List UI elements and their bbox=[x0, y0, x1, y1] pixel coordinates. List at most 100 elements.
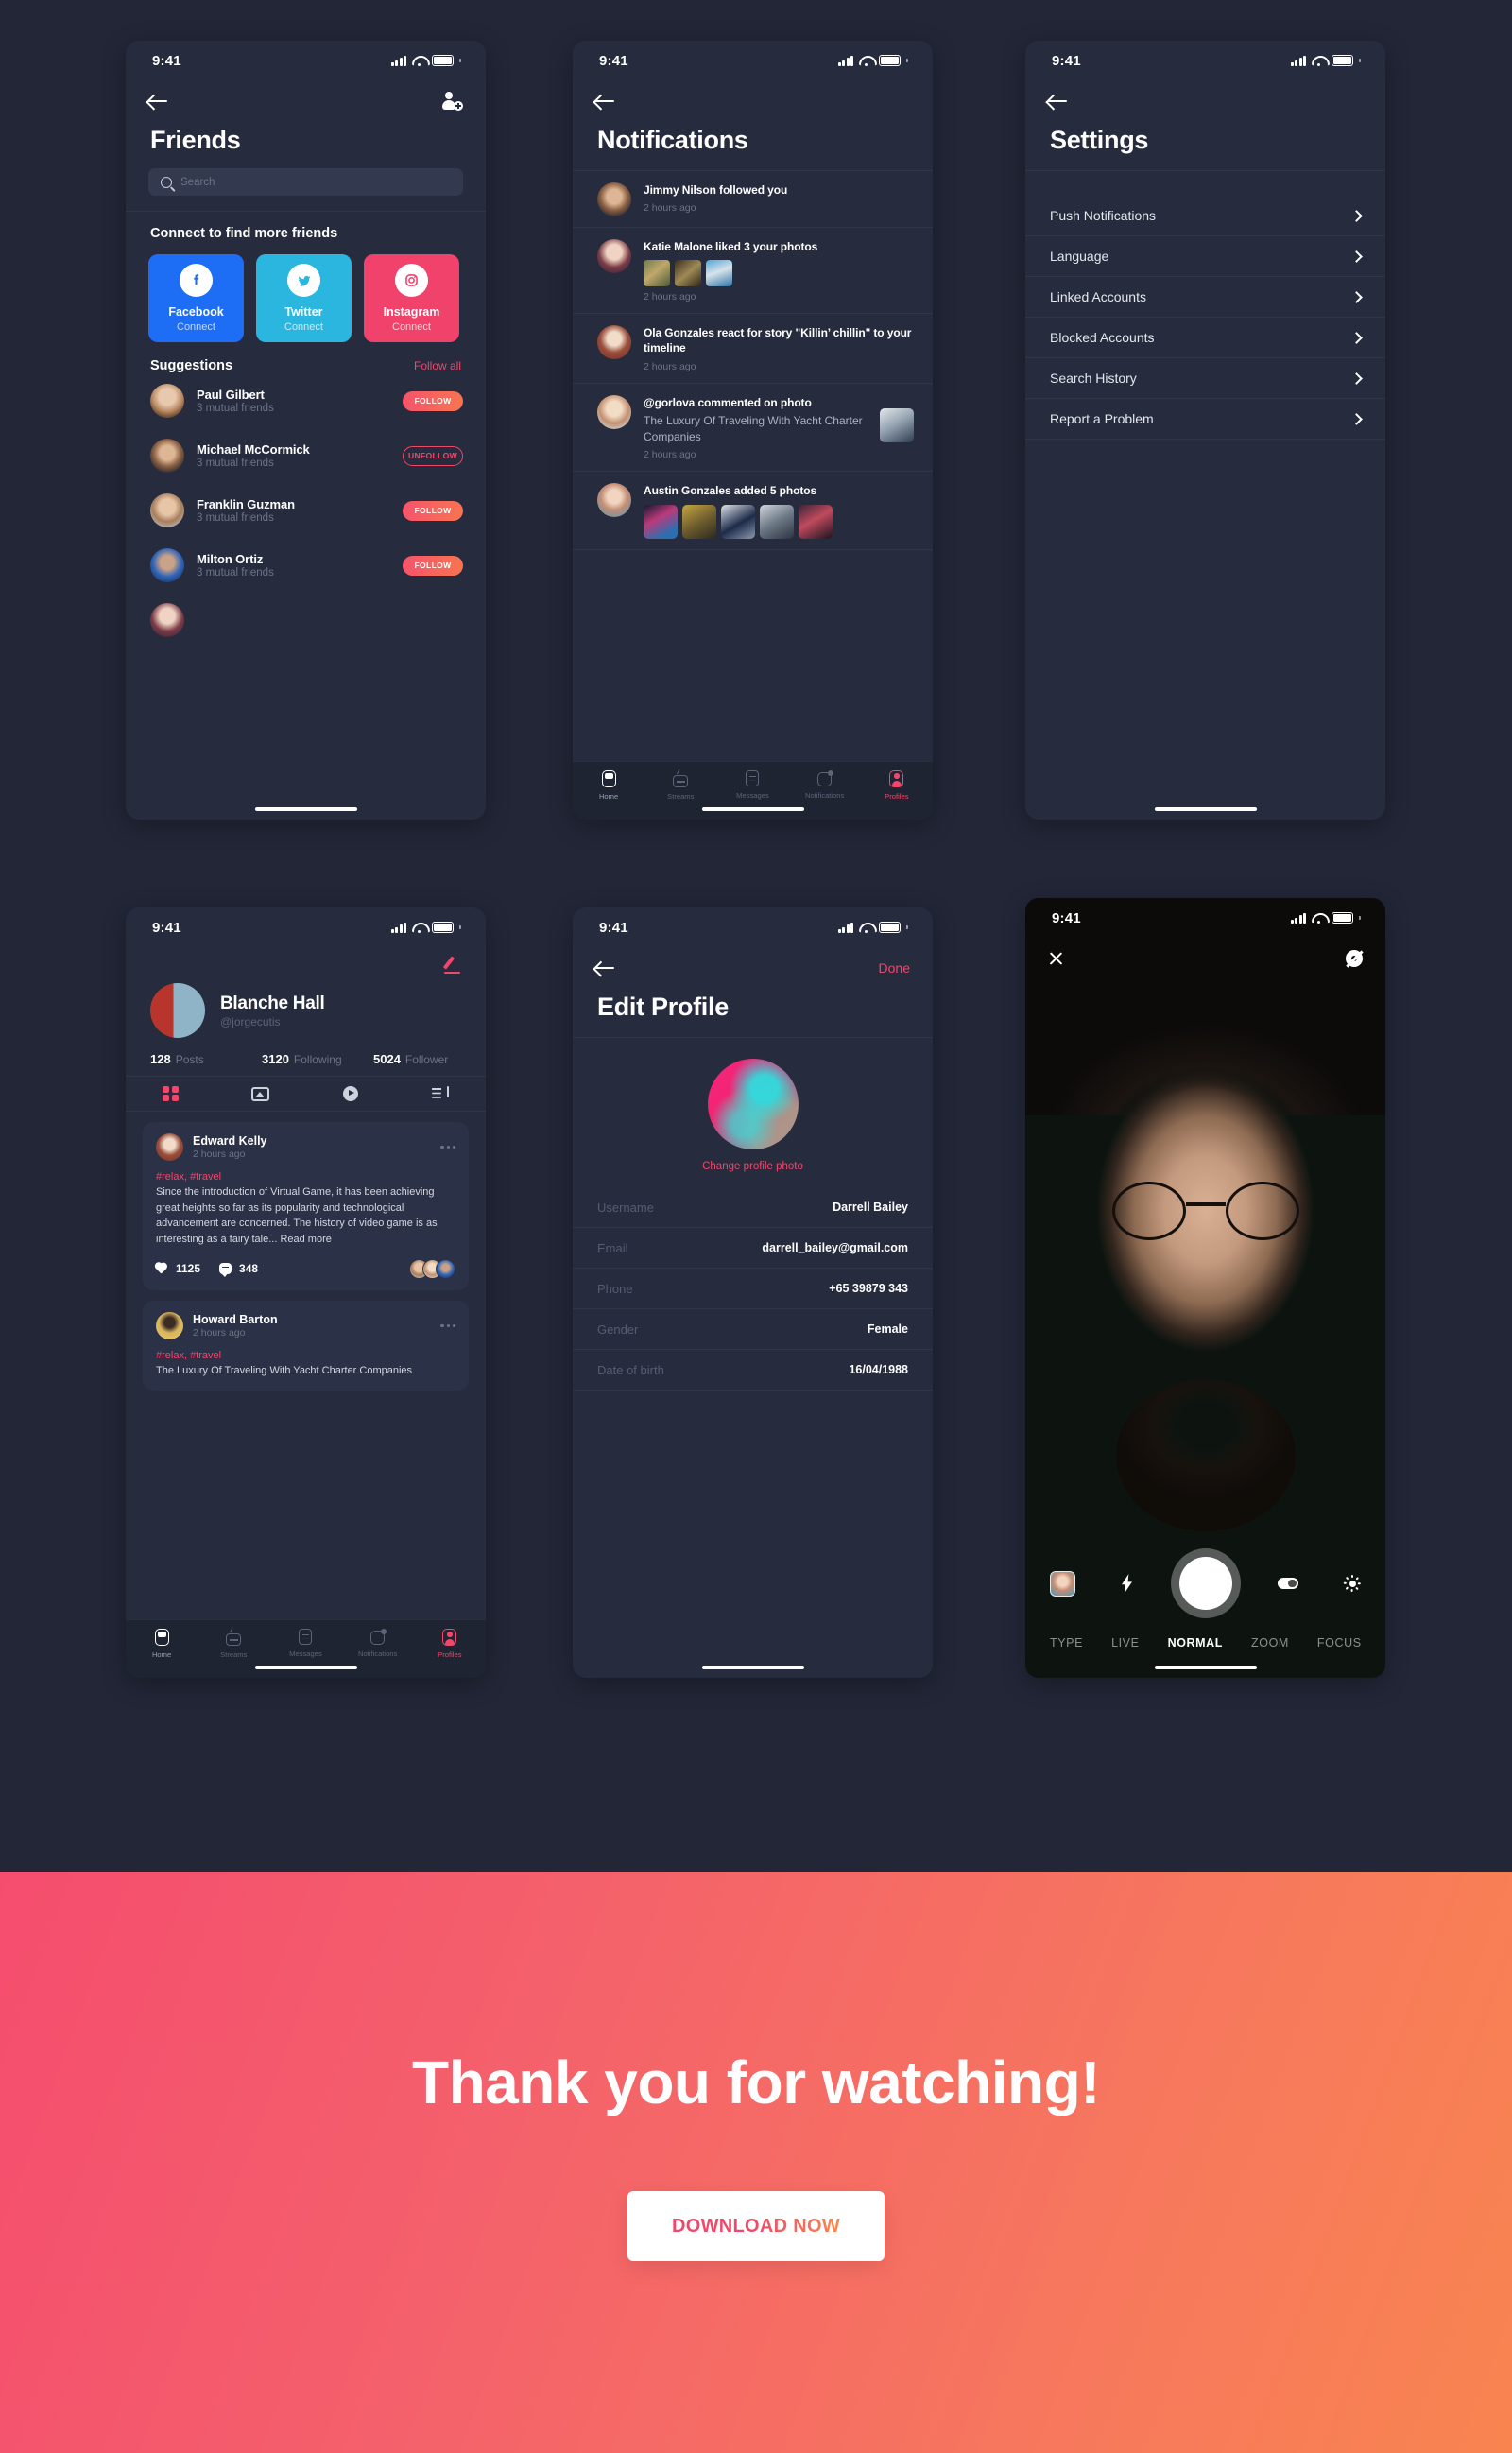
camera-mode-zoom[interactable]: ZOOM bbox=[1251, 1636, 1289, 1650]
thumbnail[interactable] bbox=[682, 504, 716, 539]
flash-icon[interactable] bbox=[1121, 1574, 1133, 1593]
tab-profiles[interactable]: Profiles bbox=[421, 1629, 479, 1659]
notification-item[interactable]: @gorlova commented on photo The Luxury O… bbox=[573, 384, 933, 473]
suggestion-row[interactable]: Michael McCormick 3 mutual friends UNFOL… bbox=[126, 428, 486, 483]
tab-notifications[interactable]: Notifications bbox=[796, 770, 854, 800]
tab-notifications[interactable]: Notifications bbox=[349, 1629, 407, 1658]
connect-card-sub: Connect bbox=[392, 321, 431, 333]
notification-thumbnails[interactable] bbox=[644, 260, 914, 287]
settings-item-language[interactable]: Language bbox=[1025, 236, 1385, 277]
status-bar: 9:41 bbox=[573, 907, 933, 947]
thumbnail[interactable] bbox=[644, 260, 670, 287]
home-indicator bbox=[1154, 807, 1257, 811]
thumbnail[interactable] bbox=[799, 504, 833, 539]
camera-mode-live[interactable]: LIVE bbox=[1111, 1636, 1140, 1650]
done-button[interactable]: Done bbox=[879, 960, 910, 976]
suggestion-row[interactable]: Franklin Guzman 3 mutual friends FOLLOW bbox=[126, 483, 486, 538]
tab-messages[interactable]: Messages bbox=[276, 1629, 335, 1658]
thumbnail[interactable] bbox=[644, 504, 678, 539]
post-menu-icon[interactable] bbox=[440, 1145, 455, 1149]
tab-messages[interactable]: Messages bbox=[723, 770, 782, 800]
edit-profile-fields: Username Darrell Bailey Email darrell_ba… bbox=[573, 1187, 933, 1391]
back-arrow-icon[interactable] bbox=[595, 960, 615, 976]
camera-mode-normal[interactable]: NORMAL bbox=[1168, 1636, 1223, 1650]
tab-images[interactable] bbox=[249, 1085, 273, 1102]
field-email[interactable]: Email darrell_bailey@gmail.com bbox=[573, 1228, 933, 1269]
wifi-icon bbox=[1312, 56, 1326, 66]
tab-streams[interactable]: Streams bbox=[651, 770, 710, 801]
suggestion-row[interactable]: Milton Ortiz 3 mutual friends FOLLOW bbox=[126, 538, 486, 593]
field-phone[interactable]: Phone +65 39879 343 bbox=[573, 1269, 933, 1309]
follow-button[interactable]: FOLLOW bbox=[403, 555, 463, 576]
camera-mode-selector[interactable]: TYPE LIVE NORMAL ZOOM FOCUS bbox=[1025, 1636, 1385, 1650]
tab-videos[interactable] bbox=[338, 1085, 363, 1102]
settings-screen: 9:41 Settings Push Notifications Languag… bbox=[1025, 41, 1385, 820]
gallery-thumbnail[interactable] bbox=[1050, 1570, 1075, 1597]
tab-playlist[interactable] bbox=[428, 1085, 453, 1102]
camera-toggle-icon[interactable] bbox=[1277, 1578, 1298, 1589]
settings-item-search-history[interactable]: Search History bbox=[1025, 358, 1385, 399]
stat-following[interactable]: 3120 Following bbox=[262, 1052, 373, 1066]
download-now-button[interactable]: DOWNLOAD NOW bbox=[627, 2191, 885, 2261]
edit-pencil-icon[interactable] bbox=[444, 956, 461, 974]
notification-item[interactable]: Ola Gonzales react for story "Killin’ ch… bbox=[573, 314, 933, 384]
follow-button[interactable]: FOLLOW bbox=[403, 390, 463, 411]
field-username[interactable]: Username Darrell Bailey bbox=[573, 1187, 933, 1228]
follow-button[interactable]: FOLLOW bbox=[403, 500, 463, 521]
brightness-icon[interactable] bbox=[1344, 1575, 1362, 1592]
connect-card-facebook[interactable]: Facebook Connect bbox=[148, 254, 244, 342]
notification-item[interactable]: Austin Gonzales added 5 photos bbox=[573, 472, 933, 550]
search-input[interactable]: Search bbox=[148, 168, 463, 196]
field-gender[interactable]: Gender Female bbox=[573, 1309, 933, 1350]
notification-item[interactable]: Jimmy Nilson followed you 2 hours ago bbox=[573, 171, 933, 228]
search-area: Search bbox=[126, 155, 486, 211]
notification-body: @gorlova commented on photo The Luxury O… bbox=[644, 395, 868, 461]
stat-posts[interactable]: 128 Posts bbox=[150, 1052, 262, 1066]
stat-follower[interactable]: 5024 Follower bbox=[373, 1052, 448, 1066]
tab-grid[interactable] bbox=[159, 1085, 183, 1102]
post-tags[interactable]: #relax, #travel bbox=[156, 1350, 455, 1361]
post-menu-icon[interactable] bbox=[440, 1323, 455, 1327]
close-icon[interactable] bbox=[1048, 951, 1064, 967]
connect-card-instagram[interactable]: Instagram Connect bbox=[364, 254, 459, 342]
notification-thumbnails[interactable] bbox=[644, 504, 914, 539]
camera-mode-focus[interactable]: FOCUS bbox=[1317, 1636, 1362, 1650]
avatar[interactable] bbox=[707, 1059, 799, 1149]
comment-button[interactable]: 348 bbox=[219, 1262, 258, 1278]
thumbnail[interactable] bbox=[706, 260, 732, 287]
thumbnail[interactable] bbox=[760, 504, 794, 539]
change-profile-photo-button[interactable]: Change profile photo bbox=[702, 1161, 803, 1172]
post-time: 2 hours ago bbox=[193, 1149, 246, 1160]
add-user-icon[interactable] bbox=[442, 92, 463, 111]
settings-item-blocked-accounts[interactable]: Blocked Accounts bbox=[1025, 318, 1385, 358]
tab-profiles[interactable]: Profiles bbox=[868, 770, 926, 801]
unfollow-button[interactable]: UNFOLLOW bbox=[403, 445, 463, 466]
like-button[interactable]: 1125 bbox=[156, 1262, 200, 1275]
suggestion-row-partial[interactable] bbox=[126, 593, 486, 648]
camera-mode-type[interactable]: TYPE bbox=[1050, 1636, 1083, 1650]
tab-home[interactable]: Home bbox=[132, 1629, 191, 1659]
comment-icon bbox=[219, 1263, 232, 1278]
settings-item-report-a-problem[interactable]: Report a Problem bbox=[1025, 399, 1385, 440]
shutter-button[interactable] bbox=[1178, 1557, 1232, 1610]
tab-home[interactable]: Home bbox=[579, 770, 638, 801]
back-arrow-icon[interactable] bbox=[1048, 94, 1068, 110]
twitter-icon bbox=[287, 264, 320, 297]
connect-heading: Connect to find more friends bbox=[150, 226, 338, 241]
tab-streams[interactable]: Streams bbox=[204, 1629, 263, 1659]
settings-item-push-notifications[interactable]: Push Notifications bbox=[1025, 196, 1385, 236]
thumbnail[interactable] bbox=[880, 407, 914, 442]
settings-item-linked-accounts[interactable]: Linked Accounts bbox=[1025, 277, 1385, 318]
back-arrow-icon[interactable] bbox=[148, 94, 168, 110]
connect-card-twitter[interactable]: Twitter Connect bbox=[256, 254, 352, 342]
follow-all-button[interactable]: Follow all bbox=[414, 359, 461, 372]
post-tags[interactable]: #relax, #travel bbox=[156, 1171, 455, 1183]
suggestion-row[interactable]: Paul Gilbert 3 mutual friends FOLLOW bbox=[126, 373, 486, 428]
field-date-of-birth[interactable]: Date of birth 16/04/1988 bbox=[573, 1350, 933, 1391]
gear-icon[interactable] bbox=[1346, 950, 1363, 967]
back-arrow-icon[interactable] bbox=[595, 94, 615, 110]
battery-tip-icon bbox=[459, 924, 461, 930]
thumbnail[interactable] bbox=[721, 504, 755, 539]
notification-item[interactable]: Katie Malone liked 3 your photos 2 hours… bbox=[573, 228, 933, 315]
thumbnail[interactable] bbox=[675, 260, 701, 287]
